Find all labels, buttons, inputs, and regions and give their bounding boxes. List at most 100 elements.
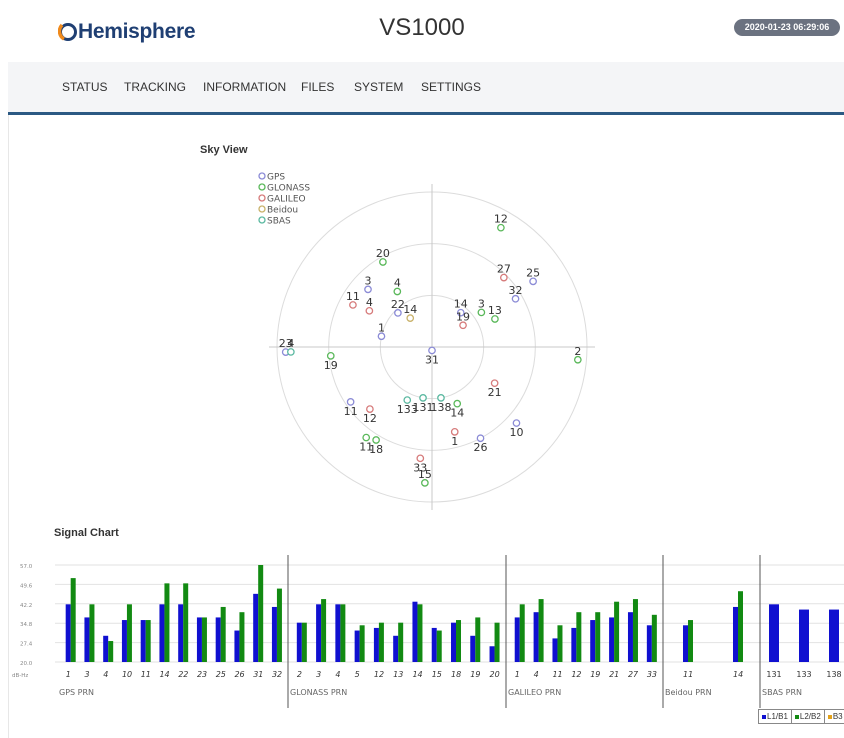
bar-2-33-l1 bbox=[646, 625, 652, 662]
bar-1-18-l2 bbox=[456, 620, 461, 662]
signal-chart: 57.049.642.234.827.420.0dB-Hz 1 3 4 10 11 14 22… bbox=[12, 555, 844, 708]
bar-2-4-l1 bbox=[533, 612, 539, 662]
bar-3-14-l1 bbox=[733, 606, 738, 662]
legend-b3: B3 bbox=[825, 710, 844, 723]
xtick-0-25: 25 bbox=[216, 670, 226, 679]
bar-1-20-l2 bbox=[494, 622, 500, 662]
bar-2-1-l2 bbox=[519, 604, 525, 662]
signal-ytick-3: 34.8 bbox=[20, 622, 33, 628]
xtick-0-26: 26 bbox=[234, 670, 244, 679]
bar-1-15-l2 bbox=[436, 630, 442, 662]
bar-1-15-l1 bbox=[431, 627, 437, 662]
xtick-0-1: 1 bbox=[66, 670, 71, 679]
bar-0-11-l2 bbox=[145, 620, 151, 662]
xtick-1-15: 15 bbox=[432, 670, 442, 679]
bar-2-27-l2 bbox=[632, 599, 638, 662]
bar-2-21-l2 bbox=[614, 601, 620, 662]
bar-sbas-138-l1 bbox=[829, 609, 839, 662]
bar-0-3-l1 bbox=[84, 617, 90, 662]
xtick-1-19: 19 bbox=[470, 670, 480, 679]
xtick-1-20: 20 bbox=[490, 670, 500, 679]
xtick-0-22: 22 bbox=[178, 670, 188, 679]
signal-ytick-1: 49.6 bbox=[20, 583, 33, 589]
signal-ytick-2: 42.2 bbox=[20, 603, 32, 609]
bar-2-12-l1 bbox=[571, 627, 577, 662]
bar-1-13-l1 bbox=[393, 635, 399, 662]
signal-chart-legend: L1/B1 L2/B2 B3 bbox=[758, 709, 844, 724]
bar-0-3-l2 bbox=[89, 604, 95, 662]
signal-ytick-5: 20.0 bbox=[20, 661, 33, 667]
bar-1-4-l1 bbox=[335, 604, 341, 662]
bar-2-11-l1 bbox=[552, 638, 558, 662]
bar-3-14-l2 bbox=[738, 591, 743, 662]
xtick-1-13: 13 bbox=[393, 670, 403, 679]
bar-2-12-l2 bbox=[576, 612, 582, 662]
xtick-2-1: 1 bbox=[515, 670, 520, 679]
bar-0-4-l2 bbox=[108, 641, 114, 662]
signal-group-label-4: SBAS PRN bbox=[762, 688, 802, 697]
bar-0-31-l1 bbox=[253, 593, 259, 662]
bar-2-33-l2 bbox=[651, 614, 657, 662]
xtick-0-23: 23 bbox=[197, 670, 207, 679]
xtick-sbas-138: 138 bbox=[826, 670, 841, 679]
bar-1-20-l1 bbox=[489, 646, 495, 662]
bar-1-3-l1 bbox=[316, 604, 322, 662]
xtick-1-3: 3 bbox=[316, 670, 321, 679]
xtick-2-33: 33 bbox=[647, 670, 657, 679]
bar-2-1-l1 bbox=[514, 617, 520, 662]
bar-1-18-l1 bbox=[451, 622, 456, 662]
xtick-2-21: 21 bbox=[609, 670, 619, 679]
xtick-1-2: 2 bbox=[297, 670, 302, 679]
bar-0-32-l2 bbox=[276, 588, 282, 662]
bar-2-19-l2 bbox=[595, 612, 601, 662]
bar-1-2-l2 bbox=[301, 622, 307, 662]
signal-chart-grid bbox=[55, 555, 844, 708]
signal-group-label-0: GPS PRN bbox=[59, 688, 94, 697]
xtick-2-27: 27 bbox=[628, 670, 639, 679]
xtick-0-10: 10 bbox=[122, 670, 132, 679]
signal-group-label-3: Beidou PRN bbox=[665, 688, 712, 697]
legend-l2: L2/B2 bbox=[792, 710, 825, 723]
bar-0-1-l2 bbox=[70, 578, 76, 662]
xtick-1-4: 4 bbox=[335, 670, 340, 679]
bar-2-27-l1 bbox=[627, 612, 633, 662]
legend-b3-label: B3 bbox=[832, 712, 843, 721]
xtick-0-4: 4 bbox=[103, 670, 108, 679]
bar-0-23-l1 bbox=[196, 617, 202, 662]
xtick-1-14: 14 bbox=[412, 670, 422, 679]
bar-2-4-l2 bbox=[538, 599, 544, 662]
bar-0-31-l2 bbox=[258, 565, 264, 662]
signal-group-label-2: GALILEO PRN bbox=[508, 688, 561, 697]
xtick-sbas-133: 133 bbox=[796, 670, 811, 679]
xtick-sbas-131: 131 bbox=[766, 670, 781, 679]
bar-2-21-l1 bbox=[609, 617, 615, 662]
bar-1-14-l2 bbox=[417, 604, 423, 662]
bar-1-14-l1 bbox=[412, 601, 418, 662]
bar-2-19-l1 bbox=[590, 620, 596, 662]
bar-1-3-l2 bbox=[321, 599, 327, 662]
xtick-0-32: 32 bbox=[272, 670, 282, 679]
signal-ytick-0: 57.0 bbox=[20, 564, 33, 570]
xtick-3-14: 14 bbox=[733, 670, 743, 679]
bar-3-11-l2 bbox=[688, 620, 693, 662]
bar-1-5-l1 bbox=[354, 630, 360, 662]
bar-0-25-l1 bbox=[215, 617, 221, 662]
bar-0-22-l1 bbox=[178, 604, 184, 662]
bar-0-22-l2 bbox=[183, 583, 189, 662]
bar-0-32-l1 bbox=[271, 606, 277, 662]
xtick-0-31: 31 bbox=[253, 670, 263, 679]
bar-0-1-l1 bbox=[65, 604, 71, 662]
bar-0-4-l1 bbox=[103, 635, 109, 662]
bar-1-12-l2 bbox=[378, 622, 384, 662]
legend-l1: L1/B1 bbox=[759, 710, 792, 723]
signal-chart-bars bbox=[65, 565, 839, 662]
bar-0-10-l2 bbox=[126, 604, 132, 662]
signal-yaxis-unit: dB-Hz bbox=[12, 673, 28, 679]
bar-3-11-l1 bbox=[683, 625, 688, 662]
bar-1-19-l1 bbox=[470, 635, 476, 662]
bar-1-19-l2 bbox=[475, 617, 481, 662]
legend-l1-swatch bbox=[762, 714, 766, 719]
bar-0-26-l1 bbox=[234, 630, 240, 662]
xtick-3-11: 11 bbox=[683, 670, 693, 679]
bar-1-4-l2 bbox=[340, 604, 346, 662]
